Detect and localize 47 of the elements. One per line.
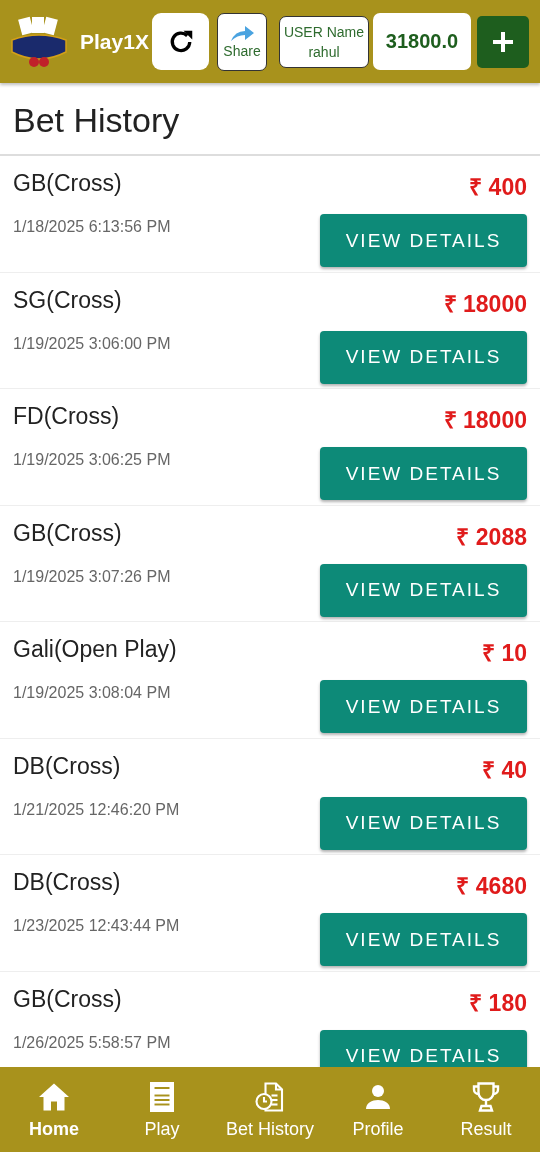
view-details-button[interactable]: VIEW DETAILS xyxy=(320,680,527,734)
bet-time: 1/19/2025 3:06:25 PM xyxy=(13,451,172,471)
nav-tab[interactable]: Play xyxy=(108,1067,216,1152)
game-name: GB(Cross) xyxy=(13,170,123,198)
share-icon xyxy=(229,24,255,43)
username: rahul xyxy=(308,42,340,62)
add-button[interactable] xyxy=(477,15,529,68)
nav-tab[interactable]: Home xyxy=(0,1067,108,1152)
bet-time: 1/18/2025 6:13:56 PM xyxy=(13,218,172,238)
view-details-button[interactable]: VIEW DETAILS xyxy=(320,447,527,501)
view-details-button[interactable]: VIEW DETAILS xyxy=(320,330,527,384)
bet-amount: ₹ 10 xyxy=(481,639,527,668)
plus-icon xyxy=(491,29,515,54)
bet-amount: ₹ 180 xyxy=(468,988,527,1018)
nav-tab[interactable]: Result xyxy=(432,1067,540,1152)
user-label: USER Name xyxy=(283,22,365,42)
view-details-button[interactable]: VIEW DETAILS xyxy=(320,563,527,617)
view-details-button[interactable]: VIEW DETAILS xyxy=(320,214,527,268)
bet-amount: ₹ 2088 xyxy=(455,522,527,552)
bet-time: 1/23/2025 12:43:44 PM xyxy=(13,917,181,937)
bet-amount: ₹ 400 xyxy=(468,173,527,202)
bet-time: 1/19/2025 3:07:26 PM xyxy=(13,567,172,587)
bet-time: 1/19/2025 3:08:04 PM xyxy=(13,684,172,704)
app-name: Play1X xyxy=(80,29,150,54)
game-name: GB(Cross) xyxy=(13,519,123,548)
bet-amount: ₹ 18000 xyxy=(442,289,527,319)
nav-tab[interactable]: Bet History xyxy=(216,1067,324,1152)
game-name: DB(Cross) xyxy=(13,752,122,781)
view-details-button[interactable]: VIEW DETAILS xyxy=(320,796,527,850)
game-name: FD(Cross) xyxy=(13,403,121,431)
bet-time: 1/26/2025 5:58:57 PM xyxy=(13,1033,172,1053)
game-name: DB(Cross) xyxy=(13,869,122,897)
refresh-button[interactable] xyxy=(152,13,209,70)
bet-time: 1/21/2025 12:46:20 PM xyxy=(13,800,181,820)
bet-time: 1/19/2025 3:06:00 PM xyxy=(13,334,172,354)
nav-tab[interactable]: Profile xyxy=(324,1067,432,1152)
game-name: Gali(Open Play) xyxy=(13,636,178,664)
bet-amount: ₹ 4680 xyxy=(455,872,527,901)
balance: 31800.0 xyxy=(373,13,471,70)
view-details-button[interactable]: VIEW DETAILS xyxy=(320,1029,527,1067)
game-name: SG(Cross) xyxy=(13,286,123,315)
bet-amount: ₹ 40 xyxy=(481,755,527,785)
game-name: GB(Cross) xyxy=(13,985,123,1014)
share-button[interactable]: Share xyxy=(217,12,267,71)
bet-amount: ₹ 18000 xyxy=(442,406,527,435)
page-title: Bet History xyxy=(0,83,540,156)
view-details-button[interactable]: VIEW DETAILS xyxy=(320,913,527,967)
